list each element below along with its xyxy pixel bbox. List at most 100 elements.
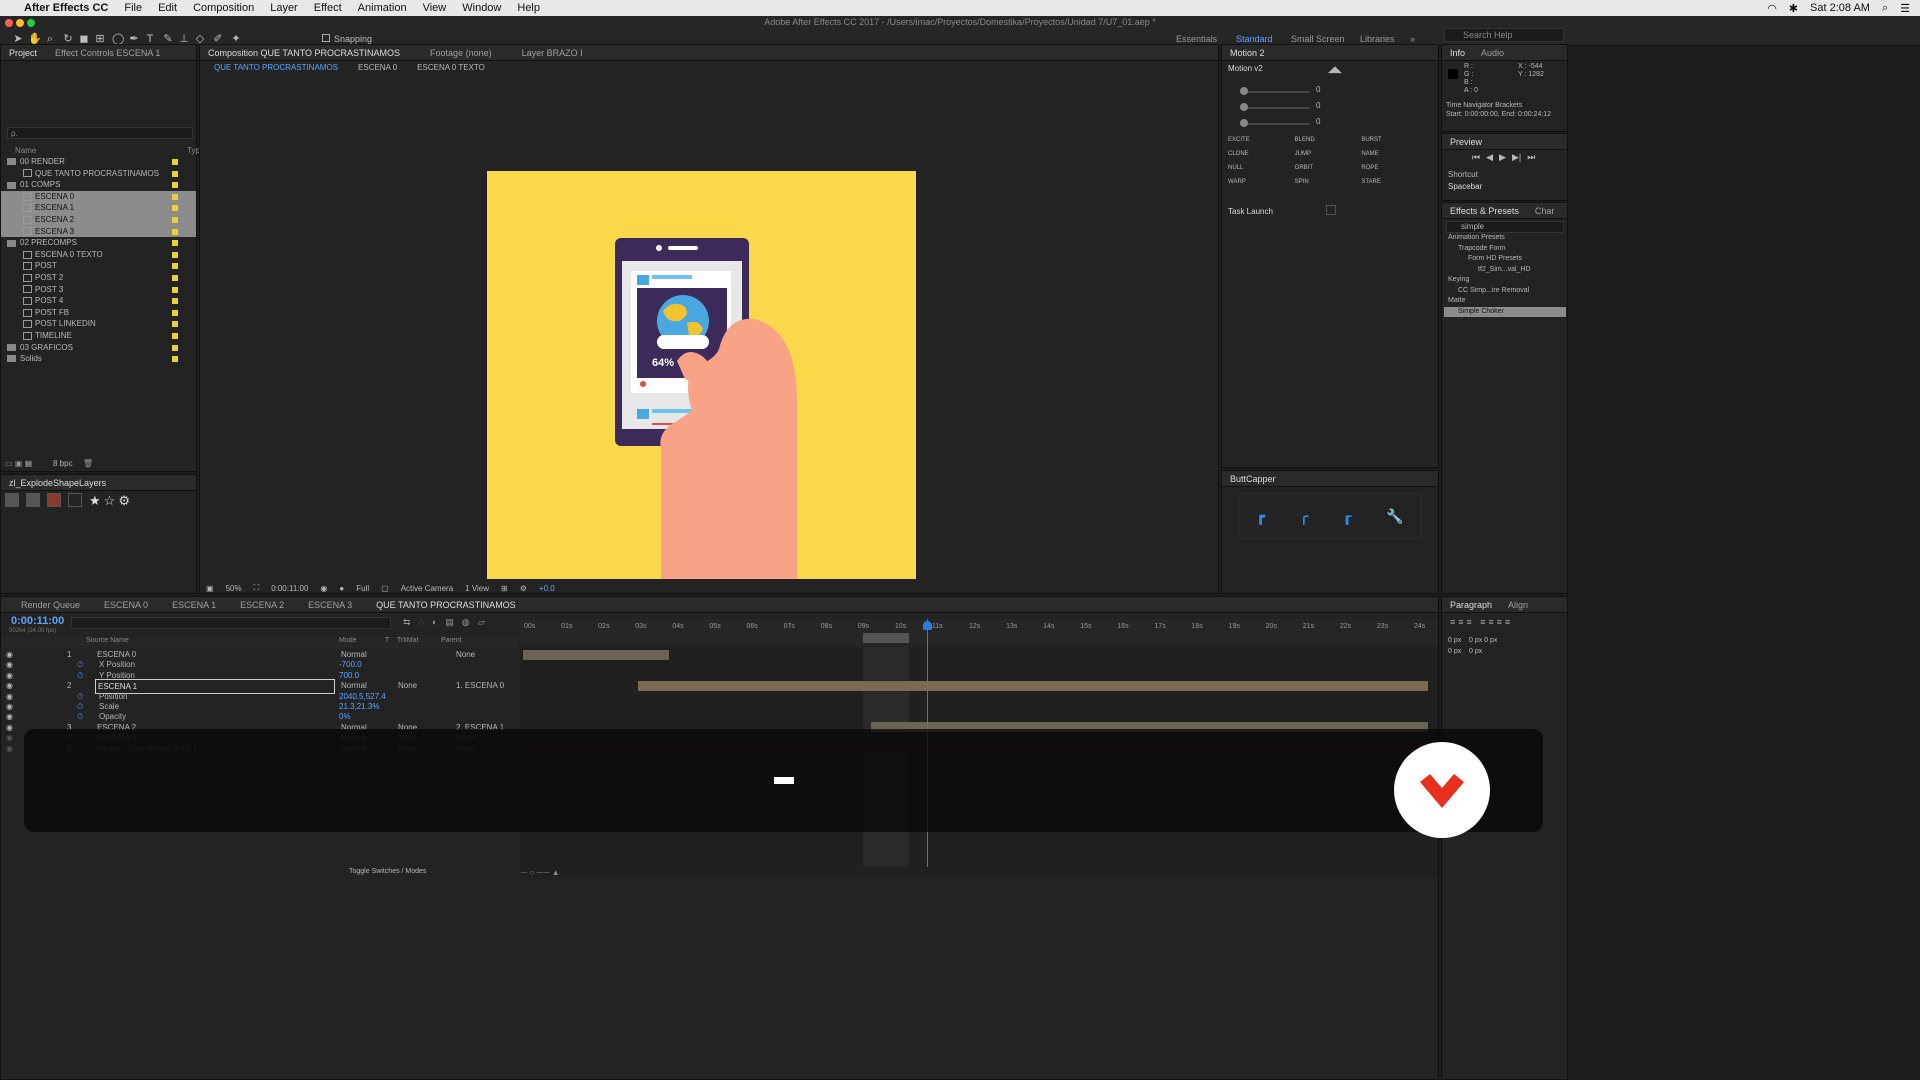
layer-bar-escena-0[interactable] [523,650,669,660]
comp-flowchart-icon[interactable]: ⇆ [403,617,411,628]
current-time-display[interactable]: 0:00:11:00 [271,584,308,593]
project-item[interactable]: TIMELINE [1,330,196,342]
workspace-standard[interactable]: Standard [1236,34,1273,44]
menu-animation[interactable]: Animation [350,2,415,14]
frame-blend-icon[interactable]: ▤ [445,617,454,628]
motion-button-spin[interactable]: SPIN [1295,179,1362,185]
star-filled-icon[interactable]: ★ [89,493,101,509]
label-color-swatch[interactable] [172,263,178,270]
motion-button-jump[interactable]: JUMP [1295,151,1362,157]
project-search-input[interactable]: ρ. [7,127,193,139]
effects-tree-item[interactable]: Keying [1444,275,1566,286]
tab-character[interactable]: Char [1535,206,1555,216]
timeline-tab[interactable]: ESCENA 1 [172,600,216,610]
explode-transform-icon[interactable] [68,493,82,507]
tab-footage[interactable]: Footage (none) [430,48,492,58]
indent-right[interactable]: 0 px [1469,637,1482,644]
breadcrumb-item-1[interactable]: ESCENA 0 [358,61,397,75]
project-item[interactable]: 02 PRECOMPS [1,237,196,249]
header-t[interactable]: T [385,637,389,644]
shy-icon[interactable]: ◐ [432,617,437,628]
pause-icon[interactable] [774,777,794,784]
star-outline-icon[interactable]: ☆ [104,493,116,509]
slider-value[interactable]: 0 [1316,117,1320,126]
label-color-swatch[interactable] [172,251,178,258]
tab-align[interactable]: Align [1508,600,1528,610]
breadcrumb-item-2[interactable]: ESCENA 0 TEXTO [417,61,485,75]
graph-editor-icon[interactable]: ▱ [478,617,485,628]
explode-button-2[interactable] [26,493,40,507]
slider-track[interactable] [1240,123,1310,125]
project-item[interactable]: ESCENA 3 [1,225,196,238]
cap-butt-icon[interactable]: ┏ [1256,508,1264,525]
motion-button-clone[interactable]: CLONE [1228,151,1295,157]
label-color-swatch[interactable] [172,205,178,212]
motion-button-name[interactable]: NAME [1361,151,1428,157]
views-select[interactable]: 1 View [465,584,489,593]
project-item[interactable]: 00 RENDER [1,156,196,168]
motion-preset-select[interactable]: Motion v2 [1228,64,1308,76]
close-window-button[interactable] [5,19,13,27]
visibility-eye-icon[interactable]: ◉ [6,742,13,755]
project-item[interactable]: 03 GRAFICOS [1,342,196,354]
prev-frame-icon[interactable]: ◀ [1486,152,1493,163]
menu-effect[interactable]: Effect [306,2,350,14]
zoom-select[interactable]: 50% [226,584,242,593]
always-preview-icon[interactable]: ▣ [206,584,214,593]
timeline-current-time[interactable]: 0:00:11:00 [11,615,64,627]
tab-effects-presets[interactable]: Effects & Presets [1450,206,1519,216]
header-mode[interactable]: Mode [339,637,357,644]
motion-curve-icon[interactable]: ◢◣ [1328,64,1342,75]
label-color-swatch[interactable] [172,159,178,165]
effects-tree-item[interactable]: Simple Choker [1444,306,1566,317]
effects-tree-item[interactable]: Form HD Presets [1444,254,1566,265]
label-color-swatch[interactable] [172,274,178,281]
project-item[interactable]: POST 4 [1,295,196,307]
exposure-value[interactable]: +0.0 [539,584,555,593]
motion-blur-icon[interactable]: ◍ [462,617,470,628]
slider-track[interactable] [1240,91,1310,93]
wrench-icon[interactable]: 🔧 [1386,508,1403,525]
slider-knob[interactable] [1240,119,1248,127]
menu-file[interactable]: File [116,2,150,14]
zoom-slider[interactable]: ⏤ ○ ⏤⏤ ▲ [521,868,560,878]
menu-help[interactable]: Help [509,2,548,14]
label-color-swatch[interactable] [172,182,178,189]
layer-bar-escena-1[interactable] [638,681,1428,691]
workspace-more-icon[interactable]: » [1410,34,1415,44]
draft-3d-icon[interactable]: ◌ [419,617,424,628]
label-color-swatch[interactable] [172,309,178,316]
tab-info[interactable]: Info [1450,48,1465,58]
interpret-footage-icon[interactable]: ▭ ▣ ▦ [5,459,32,468]
time-ruler[interactable]: 00s 01s 02s 03s 04s 05s 06s 07s 08s 09s 10s 11s 12s 1… [520,619,1438,647]
first-frame-icon[interactable]: ⏮ [1472,152,1480,163]
resolution-select[interactable]: Full [356,584,369,593]
play-icon[interactable]: ▶ [1499,152,1506,163]
menu-window[interactable]: Window [454,2,509,14]
breadcrumb-item-0[interactable]: QUE TANTO PROCRASTINAMOS [214,61,338,75]
label-color-swatch[interactable] [172,356,178,363]
header-parent[interactable]: Parent [441,637,462,644]
tab-paragraph[interactable]: Paragraph [1450,600,1492,610]
label-color-swatch[interactable] [172,193,178,200]
cap-round-icon[interactable]: ╭ [1300,508,1308,525]
motion-button-orbit[interactable]: ORBIT [1295,165,1362,171]
clock[interactable]: Sat 2:08 AM [1810,2,1870,14]
label-color-swatch[interactable] [172,286,178,293]
project-item[interactable]: ESCENA 2 [1,213,196,226]
menu-list-icon[interactable]: ☰ [1900,2,1910,15]
playhead-handle[interactable] [923,621,932,630]
cap-square-icon[interactable]: ┎ [1343,508,1351,525]
label-color-swatch[interactable] [172,344,178,351]
explode-button-1[interactable] [5,493,19,507]
label-color-swatch[interactable] [172,298,178,305]
project-item[interactable]: POST LINKEDIN [1,318,196,330]
gear-icon[interactable]: ⚙ [118,493,130,509]
tab-audio[interactable]: Audio [1481,48,1504,58]
timeline-tab[interactable]: Render Queue [21,600,80,610]
timeline-search-input[interactable] [71,617,391,629]
project-item[interactable]: POST FB [1,307,196,319]
timeline-tab[interactable]: ESCENA 0 [104,600,148,610]
space-after[interactable]: 0 px [1469,648,1482,655]
menu-app[interactable]: After Effects CC [16,2,116,14]
